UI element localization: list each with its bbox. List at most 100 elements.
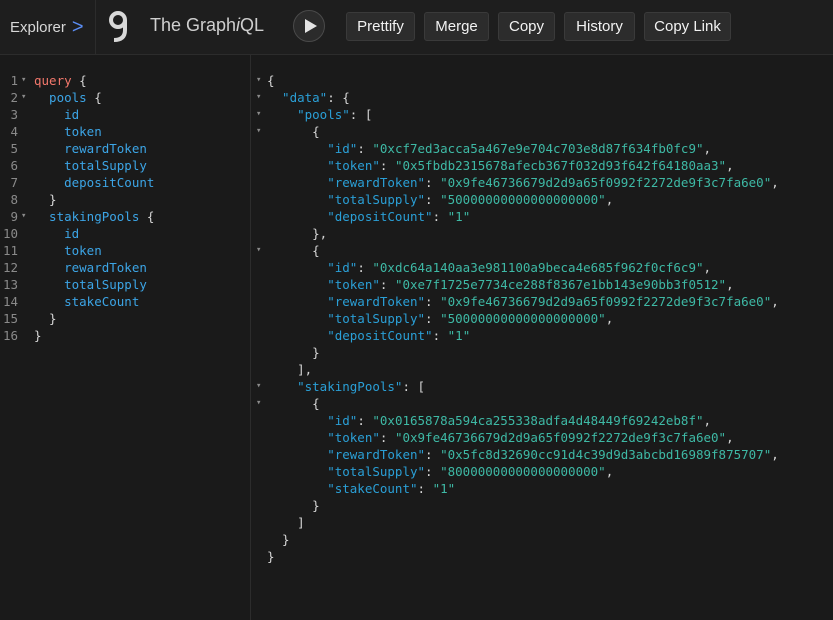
result-token: "id": [267, 260, 358, 275]
query-token: depositCount: [34, 175, 155, 190]
fold-toggle-icon[interactable]: ▾: [256, 378, 261, 395]
query-line[interactable]: rewardToken: [34, 140, 147, 157]
result-line: "pools": [: [267, 106, 372, 123]
result-token: "1": [447, 209, 471, 224]
graph-logo-icon: [109, 11, 127, 42]
result-token: :: [432, 328, 448, 343]
line-number: 10: [2, 226, 18, 241]
fold-toggle-icon[interactable]: ▾: [256, 72, 261, 89]
line-number: 13: [2, 277, 18, 292]
result-line: }: [267, 531, 290, 548]
result-token: "0xcf7ed3acca5a467e9e704c703e8d87f634fb0…: [372, 141, 704, 156]
history-button[interactable]: History: [564, 12, 635, 41]
fold-toggle-icon[interactable]: ▾: [21, 72, 26, 89]
query-token: token: [34, 124, 102, 139]
query-editor[interactable]: 1 ▾ query {2 ▾ pools {3 id 4 token 5 rewardTo…: [0, 55, 251, 620]
fold-toggle-icon[interactable]: ▾: [21, 208, 26, 225]
result-token: ,: [703, 413, 712, 428]
query-token: }: [34, 192, 57, 207]
result-token: }: [267, 345, 320, 360]
fold-toggle-icon[interactable]: ▾: [256, 123, 261, 140]
line-number: 4: [10, 124, 18, 139]
fold-toggle-icon[interactable]: ▾: [256, 242, 261, 259]
copy-link-button[interactable]: Copy Link: [644, 12, 731, 41]
result-token: :: [425, 447, 441, 462]
result-token: },: [267, 226, 328, 241]
result-token: :: [425, 294, 441, 309]
result-line: ],: [267, 361, 312, 378]
query-line[interactable]: depositCount: [34, 174, 154, 191]
result-token: "depositCount": [267, 328, 433, 343]
query-line[interactable]: token: [34, 242, 102, 259]
result-line: "rewardToken": "0x5fc8d32690cc91d4c39d9d…: [267, 446, 779, 463]
line-number: 3: [10, 107, 18, 122]
result-token: "token": [267, 158, 380, 173]
query-line[interactable]: token: [34, 123, 102, 140]
toolbar: Explorer > The GraphiQL Prettify Merge C…: [0, 0, 833, 55]
copy-button[interactable]: Copy: [498, 12, 555, 41]
query-token: token: [34, 243, 102, 258]
query-line[interactable]: }: [34, 310, 57, 327]
fold-toggle-icon[interactable]: ▾: [256, 395, 261, 412]
fold-toggle-icon[interactable]: ▾: [21, 89, 26, 106]
result-token: :: [357, 413, 373, 428]
line-number: 8: [10, 192, 18, 207]
execute-query-button[interactable]: [293, 10, 325, 42]
result-line: "totalSupply": "50000000000000000000",: [267, 310, 613, 327]
query-line[interactable]: stakeCount: [34, 293, 139, 310]
result-token: "rewardToken": [267, 294, 426, 309]
result-token: :: [425, 175, 441, 190]
result-token: :: [357, 260, 373, 275]
query-line[interactable]: }: [34, 191, 57, 208]
result-token: : [: [349, 107, 373, 122]
merge-button[interactable]: Merge: [424, 12, 489, 41]
query-line[interactable]: pools {: [34, 89, 102, 106]
fold-toggle-icon[interactable]: ▾: [256, 89, 261, 106]
query-token: }: [34, 311, 57, 326]
result-token: ,: [726, 277, 734, 292]
query-line[interactable]: totalSupply: [34, 276, 147, 293]
result-token: :: [357, 141, 373, 156]
result-token: ,: [703, 260, 712, 275]
result-line: "depositCount": "1": [267, 208, 470, 225]
query-token: }: [34, 328, 42, 343]
prettify-button[interactable]: Prettify: [346, 12, 415, 41]
query-line[interactable]: totalSupply: [34, 157, 147, 174]
line-number: 6: [10, 158, 18, 173]
result-token: "0xe7f1725e7734ce288f8367e1bb143e90bb3f0…: [394, 277, 727, 292]
query-line[interactable]: id: [34, 225, 79, 242]
result-line: "totalSupply": "50000000000000000000",: [267, 191, 613, 208]
fold-toggle-icon[interactable]: ▾: [256, 106, 261, 123]
result-token: {: [267, 73, 275, 88]
result-line: "depositCount": "1": [267, 327, 470, 344]
result-line: {: [267, 242, 320, 259]
query-line[interactable]: rewardToken: [34, 259, 147, 276]
result-line: }: [267, 497, 320, 514]
query-line[interactable]: stakingPools {: [34, 208, 154, 225]
result-token: ,: [726, 430, 734, 445]
result-token: "id": [267, 141, 358, 156]
result-token: :: [417, 481, 433, 496]
result-line: {: [267, 123, 320, 140]
result-token: ,: [771, 175, 779, 190]
query-line[interactable]: }: [34, 327, 42, 344]
result-line: "token": "0xe7f1725e7734ce288f8367e1bb14…: [267, 276, 734, 293]
query-line[interactable]: id: [34, 106, 79, 123]
line-number: 16: [2, 328, 18, 343]
result-token: :: [379, 277, 395, 292]
result-token: "depositCount": [267, 209, 433, 224]
result-line: }: [267, 344, 320, 361]
result-token: "80000000000000000000": [440, 464, 606, 479]
result-token: "rewardToken": [267, 175, 426, 190]
query-token: query: [34, 73, 72, 88]
line-number: 2: [10, 90, 18, 105]
result-token: ,: [703, 141, 712, 156]
explorer-toggle[interactable]: Explorer >: [0, 0, 96, 54]
result-token: "stakeCount": [267, 481, 418, 496]
result-token: {: [267, 124, 320, 139]
result-token: :: [379, 158, 395, 173]
app-title: The GraphiQL: [150, 15, 264, 36]
result-token: :: [432, 209, 448, 224]
result-token: ,: [726, 158, 734, 173]
query-line[interactable]: query {: [34, 72, 87, 89]
